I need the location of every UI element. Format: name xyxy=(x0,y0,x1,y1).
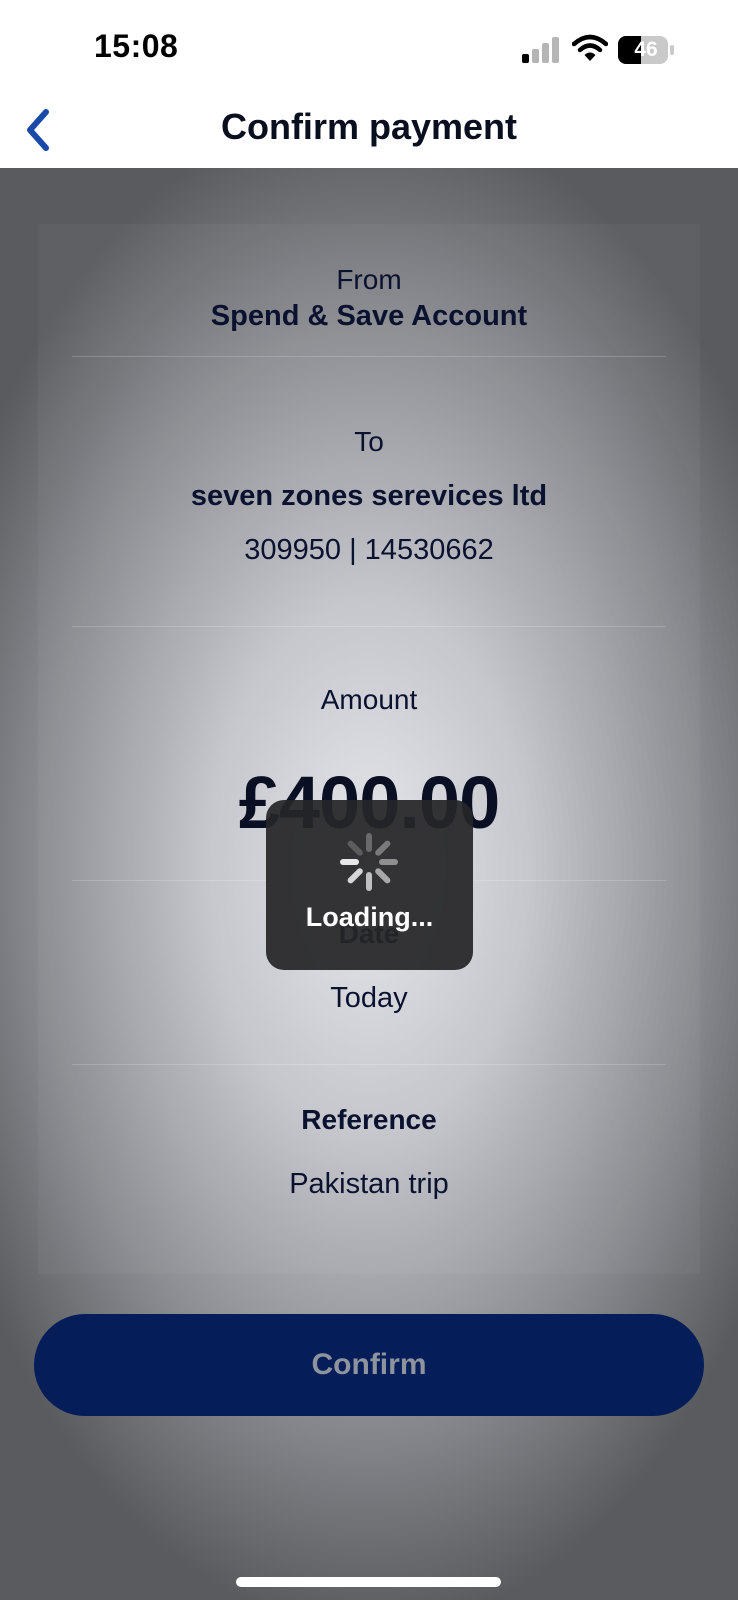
confirm-button[interactable]: Confirm xyxy=(34,1314,704,1416)
reference-label: Reference xyxy=(301,1104,437,1135)
payee-details: 309950 | 14530662 xyxy=(244,534,494,566)
to-label: To xyxy=(354,426,384,457)
page-title: Confirm payment xyxy=(220,106,518,147)
loading-text: Loading... xyxy=(305,902,434,932)
date-value: Today xyxy=(330,982,408,1014)
spinner-icon xyxy=(340,833,398,891)
from-label: From xyxy=(336,264,402,295)
divider xyxy=(72,1064,666,1065)
divider xyxy=(72,626,666,627)
nav-bar: Confirm payment xyxy=(0,100,738,168)
battery-level: 46 xyxy=(634,38,658,61)
home-indicator[interactable] xyxy=(236,1577,501,1587)
amount-label: Amount xyxy=(320,684,418,715)
wifi-icon xyxy=(572,34,608,61)
status-bar: 15:08 46 xyxy=(0,0,738,100)
divider xyxy=(72,356,666,357)
from-account: Spend & Save Account xyxy=(210,300,528,332)
status-time: 15:08 xyxy=(94,28,179,64)
reference-value: Pakistan trip xyxy=(289,1168,449,1200)
loading-overlay: Loading... xyxy=(266,800,473,970)
payment-summary-card: From Spend & Save Account To seven zones… xyxy=(38,224,700,1274)
payee-name: seven zones serevices ltd xyxy=(190,480,548,512)
signal-icon xyxy=(522,37,559,63)
